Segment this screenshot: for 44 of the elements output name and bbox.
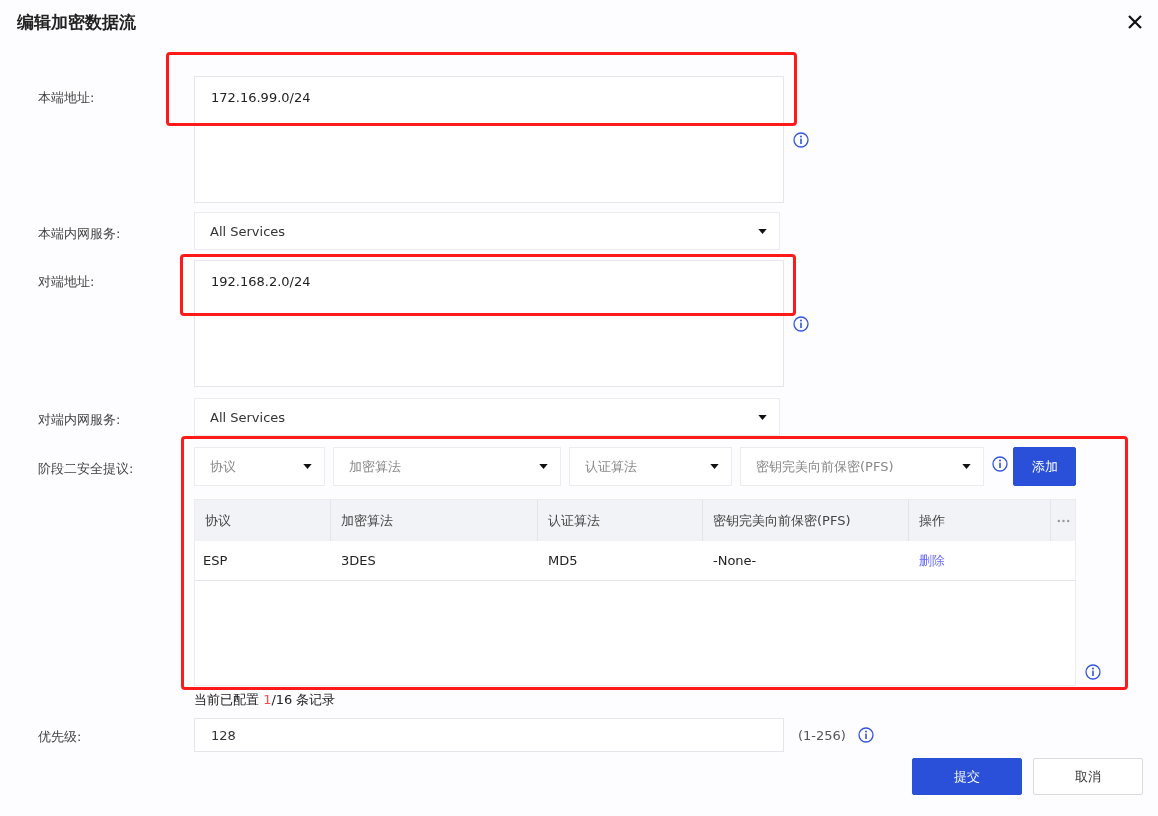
address-field[interactable]: 172.16.99.0/24: [194, 76, 784, 203]
column-header: 加密算法: [331, 500, 538, 541]
record-count: 当前已配置 1/16 条记录: [194, 691, 336, 709]
caret-icon: [758, 414, 767, 420]
submit-button[interactable]: 提交: [912, 758, 1022, 795]
service-dropdown[interactable]: All Services: [194, 212, 780, 250]
table-cell-text: 3DES: [340, 552, 377, 570]
table-cell-text: -None-: [712, 552, 758, 570]
field-label: 对端地址:: [37, 273, 96, 291]
filter-dropdown[interactable]: 加密算法: [333, 447, 561, 486]
add-button[interactable]: 添加: [1013, 447, 1076, 486]
filter-dropdown[interactable]: 密钥完美向前保密(PFS): [740, 447, 984, 486]
delete-link[interactable]: 删除: [919, 551, 945, 570]
info-icon[interactable]: [793, 315, 809, 332]
caret-icon: [539, 464, 548, 469]
caret-icon: [758, 228, 767, 234]
column-header: 认证算法: [538, 500, 703, 541]
priority-field[interactable]: 128: [194, 718, 784, 752]
field-label: 本端内网服务:: [37, 225, 122, 243]
table-cell-text: ESP: [202, 552, 229, 570]
field-label: 本端地址:: [37, 89, 96, 107]
range-hint: (1-256): [798, 727, 846, 743]
caret-icon: [303, 464, 312, 469]
info-icon[interactable]: [793, 131, 809, 148]
info-icon[interactable]: [992, 455, 1008, 472]
column-header: 密钥完美向前保密(PFS): [703, 500, 909, 541]
more-icon[interactable]: [1056, 518, 1070, 523]
service-dropdown[interactable]: All Services: [194, 398, 780, 436]
field-label: 优先级:: [37, 728, 83, 746]
cancel-button[interactable]: 取消: [1033, 758, 1143, 795]
field-label: 阶段二安全提议:: [37, 460, 135, 478]
info-icon[interactable]: [1085, 664, 1101, 680]
table-cell-text: MD5: [547, 552, 579, 570]
column-header: 操作: [909, 500, 1051, 541]
info-icon[interactable]: [857, 727, 874, 743]
column-header: 协议: [195, 500, 331, 541]
dialog-title: 编辑加密数据流: [17, 10, 136, 34]
filter-dropdown[interactable]: 认证算法: [569, 447, 732, 486]
caret-icon: [962, 464, 971, 469]
address-field[interactable]: 192.168.2.0/24: [194, 260, 784, 387]
filter-dropdown[interactable]: 协议: [194, 447, 325, 486]
field-label: 对端内网服务:: [37, 411, 122, 429]
close-icon[interactable]: [1128, 15, 1142, 29]
caret-icon: [710, 464, 719, 469]
